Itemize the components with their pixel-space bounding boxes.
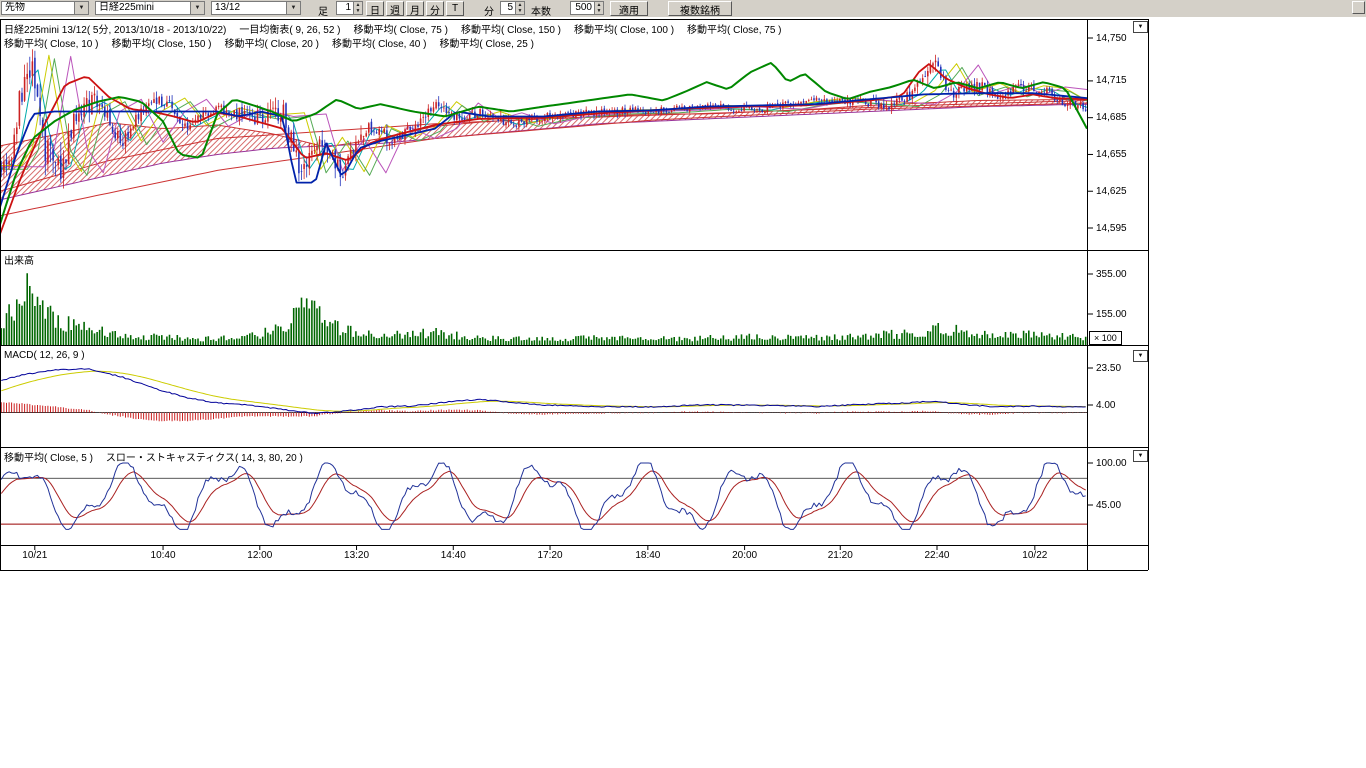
multi-symbol-button[interactable]: 複数銘柄: [668, 1, 732, 16]
stepper-arrows[interactable]: ▲▼: [515, 2, 524, 14]
macd-panel-menu-button[interactable]: ▼: [1133, 350, 1148, 362]
period-button-日[interactable]: 日: [366, 1, 384, 16]
price-panel-menu-button[interactable]: ▼: [1133, 21, 1148, 33]
stepper-down-icon[interactable]: ▼: [354, 8, 362, 14]
bar-type-label: 足: [318, 3, 328, 18]
instrument-type-select[interactable]: 先物 ▼: [1, 1, 89, 15]
chart-plot-area[interactable]: [0, 19, 1148, 570]
chevron-down-icon[interactable]: ▼: [74, 2, 88, 14]
stepper-down-icon[interactable]: ▼: [516, 8, 524, 14]
bar-interval-stepper[interactable]: 1 ▲▼: [336, 1, 363, 15]
bars-count-label: 本数: [531, 3, 551, 18]
stepper-arrows[interactable]: ▲▼: [594, 2, 603, 14]
period-button-T[interactable]: T: [446, 1, 464, 16]
stoch-panel-menu-button[interactable]: ▼: [1133, 450, 1148, 462]
toolbar-corner-button[interactable]: [1352, 1, 1365, 14]
stepper-down-icon[interactable]: ▼: [595, 8, 603, 14]
chevron-down-icon[interactable]: ▼: [190, 2, 204, 14]
apply-button[interactable]: 適用: [610, 1, 648, 16]
contract-month-value: 13/12: [212, 2, 286, 14]
toolbar: 先物 ▼ 日経225mini ▼ 13/12 ▼ 足 1 ▲▼ 分 5 ▲▼ 本…: [0, 0, 1366, 17]
period-button-月[interactable]: 月: [406, 1, 424, 16]
chevron-down-icon[interactable]: ▼: [286, 2, 300, 14]
period-button-分[interactable]: 分: [426, 1, 444, 16]
minute-value: 5: [501, 2, 515, 14]
period-button-週[interactable]: 週: [386, 1, 404, 16]
bars-count-stepper[interactable]: 500 ▲▼: [570, 1, 604, 15]
minute-label: 分: [484, 3, 494, 18]
contract-month-select[interactable]: 13/12 ▼: [211, 1, 301, 15]
symbol-value: 日経225mini: [96, 2, 190, 14]
stepper-arrows[interactable]: ▲▼: [353, 2, 362, 14]
instrument-type-value: 先物: [2, 2, 74, 14]
minute-stepper[interactable]: 5 ▲▼: [500, 1, 525, 15]
bars-count-value: 500: [571, 2, 594, 14]
bar-interval-value: 1: [337, 2, 353, 14]
symbol-select[interactable]: 日経225mini ▼: [95, 1, 205, 15]
